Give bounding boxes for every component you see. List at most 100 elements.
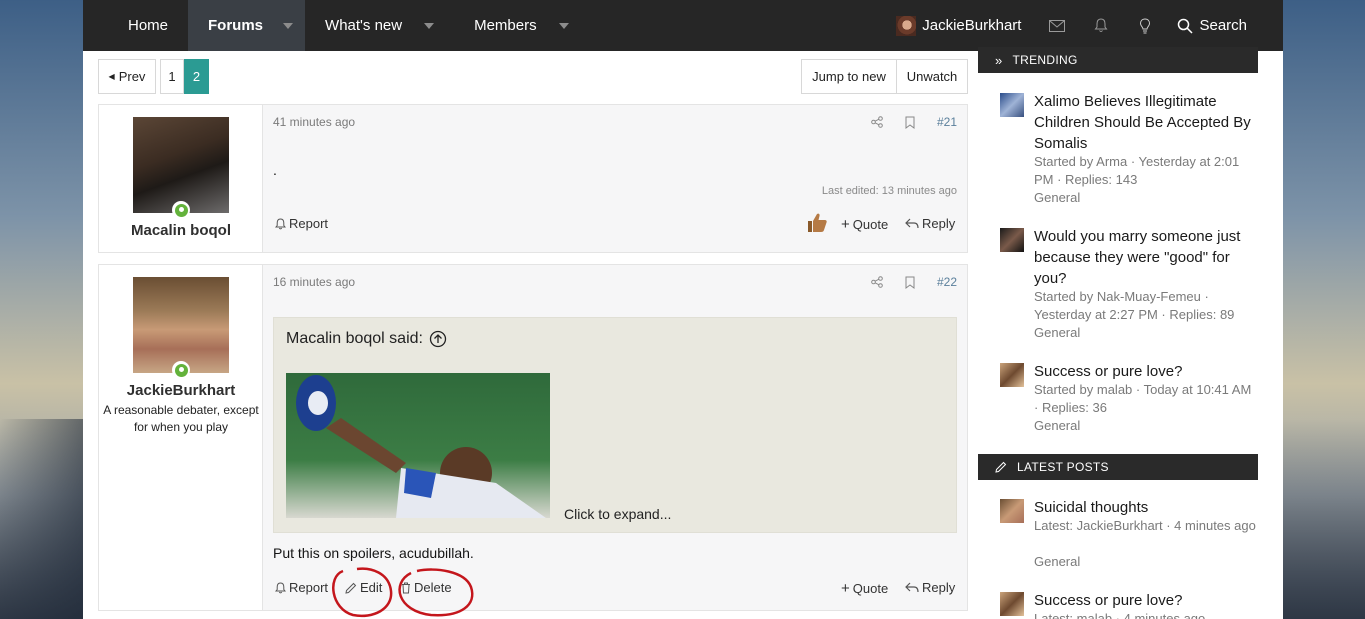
nav-members-label: Members [474,17,537,34]
prev-label: Prev [118,69,146,84]
trending-title: TRENDING [1012,53,1078,67]
post-body: 16 minutes ago #22 Macalin boqol said: C… [273,265,957,618]
nav-forums-label: Forums [208,17,264,34]
click-to-expand[interactable]: Click to expand... [564,506,671,522]
lightbulb-icon[interactable] [1123,0,1167,51]
chevron-down-icon[interactable] [424,22,435,29]
report-label: Report [289,580,329,595]
bookmark-icon[interactable] [903,116,917,129]
post-message: . [273,162,277,178]
pencil-icon [995,461,1007,473]
chevron-down-icon[interactable] [283,22,294,29]
nav-whats-new[interactable]: What's new [305,0,454,51]
quote-header: Macalin boqol said: [286,330,447,348]
share-icon[interactable] [871,276,883,288]
report-label: Report [289,216,329,231]
quote-button[interactable]: + Quote [841,216,888,233]
post-time[interactable]: 16 minutes ago [273,275,355,289]
reply-icon [905,582,919,593]
reply-button[interactable]: Reply [905,216,955,231]
nav-home-label: Home [128,17,169,34]
avatar[interactable] [1000,93,1024,117]
online-status-icon [172,201,190,219]
jump-to-new-button[interactable]: Jump to new [801,59,897,94]
post-message: Put this on spoilers, acudubillah. [273,545,474,561]
unwatch-button[interactable]: Unwatch [896,59,968,94]
like-reaction[interactable] [805,210,829,234]
last-edited: Last edited: 13 minutes ago [821,185,957,197]
post-time[interactable]: 41 minutes ago [273,115,355,129]
post-meta-actions: #22 [871,275,957,289]
report-button[interactable]: Report [275,580,328,595]
avatar [896,15,917,36]
post-22: JackieBurkhart A reasonable debater, exc… [98,264,968,618]
account-menu[interactable]: JackieBurkhart [886,15,1035,36]
avatar[interactable] [133,277,229,373]
nav-forums[interactable]: Forums [188,0,306,51]
reply-button[interactable]: Reply [905,580,955,595]
bell-icon[interactable] [1079,0,1123,51]
chevron-down-icon[interactable] [558,22,569,29]
inbox-icon[interactable] [1035,0,1079,51]
plus-icon: + [841,580,850,597]
nav-right-group: JackieBurkhart Search [886,0,1283,51]
thread-title[interactable]: Suicidal thoughts [1034,497,1256,518]
post-actions: Report + Quote Reply [273,213,957,236]
page-container: Home Forums What's new Members JackieBur… [83,0,1283,619]
page-2-button[interactable]: 2 [184,59,209,94]
thread-title[interactable]: Success or pure love? [1034,361,1256,382]
jump-label: Jump to new [812,69,886,84]
thread-meta: Started by Nak-Muay-Femeu · Yesterday at… [1034,289,1235,322]
post-number[interactable]: #21 [937,115,957,129]
avatar[interactable] [1000,363,1024,387]
avatar[interactable] [1000,499,1024,523]
nav-whats-new-label: What's new [325,17,403,34]
bell-icon [275,217,286,229]
page-number: 1 [168,69,176,84]
arrow-up-circle-icon[interactable] [429,330,447,348]
quote-author[interactable]: Macalin boqol said: [286,330,423,348]
post-meta: 41 minutes ago #21 [273,115,957,131]
avatar[interactable] [133,117,229,213]
user-title: A reasonable debater, except for when yo… [103,403,259,434]
thread-meta: Latest: malab · 4 minutes ago [1034,611,1206,619]
quoted-image[interactable] [286,373,550,518]
double-chevron-right-icon: » [995,52,1003,68]
quote-button[interactable]: + Quote [841,580,888,597]
annotation-circles [332,567,474,618]
plus-icon: + [841,216,850,233]
thread-forum[interactable]: General [1034,417,1256,435]
post-meta: 16 minutes ago #22 [273,275,957,291]
post-author[interactable]: Macalin boqol [99,222,263,239]
prev-page-button[interactable]: ◀ Prev [98,59,156,94]
quote-label: Quote [852,217,889,232]
top-navigation: Home Forums What's new Members JackieBur… [83,0,1283,51]
report-button[interactable]: Report [275,216,328,231]
latest-posts-title: LATEST POSTS [1017,460,1109,474]
search-button[interactable]: Search [1167,17,1283,34]
page-number: 2 [192,69,201,84]
thread-forum[interactable]: General [1034,553,1256,571]
nav-members[interactable]: Members [454,0,589,51]
thread-title[interactable]: Would you marry someone just because the… [1034,226,1256,289]
unwatch-label: Unwatch [906,69,958,84]
quote-label: Quote [852,581,889,596]
thread-forum[interactable]: General [1034,324,1256,342]
thread-title[interactable]: Success or pure love? [1034,590,1256,611]
post-body: 41 minutes ago #21 . Last edited: 13 min… [273,105,957,252]
avatar[interactable] [1000,228,1024,252]
search-label: Search [1199,17,1247,34]
post-author[interactable]: JackieBurkhart [99,382,263,399]
bookmark-icon[interactable] [903,276,917,289]
post-number[interactable]: #22 [937,275,957,289]
baseball-player-image [296,375,546,518]
nav-home[interactable]: Home [83,0,188,51]
share-icon[interactable] [871,116,883,128]
thread-forum[interactable]: General [1034,189,1256,207]
thread-title[interactable]: Xalimo Believes Illegitimate Children Sh… [1034,91,1256,154]
post-user-panel: Macalin boqol [99,105,263,252]
latest-posts-header: LATEST POSTS [978,454,1258,480]
page-1-button[interactable]: 1 [160,59,184,94]
search-icon [1178,18,1193,34]
avatar[interactable] [1000,592,1024,616]
